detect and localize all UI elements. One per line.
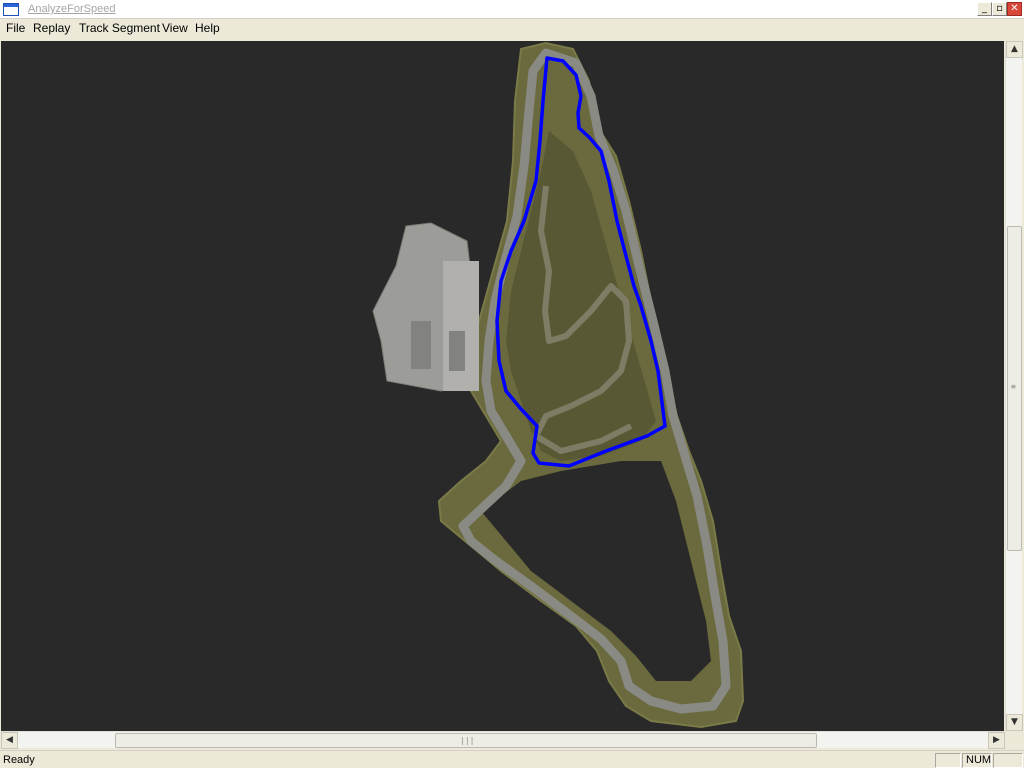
close-button[interactable]: ✕ (1007, 2, 1022, 16)
window-title: AnalyzeForSpeed (28, 3, 116, 15)
num-lock-indicator: NUM (962, 753, 992, 768)
title-bar[interactable]: AnalyzeForSpeed _ ▫ ✕ (0, 0, 1024, 19)
pit-roof-right (449, 331, 465, 371)
app-window: AnalyzeForSpeed _ ▫ ✕ File Replay Track … (0, 0, 1024, 768)
app-window-icon[interactable] (3, 3, 19, 16)
pit-garage (443, 261, 479, 391)
track-view-canvas[interactable] (1, 41, 1004, 731)
restore-button[interactable]: ▫ (992, 2, 1007, 16)
scroll-up-arrow[interactable]: ▲ (1006, 41, 1023, 58)
scroll-right-arrow[interactable]: ▶ (988, 732, 1005, 749)
vertical-grip-icon: ≡ (1011, 382, 1016, 391)
menu-view[interactable]: View (162, 21, 188, 35)
scroll-down-arrow[interactable]: ▼ (1006, 714, 1023, 731)
menu-replay[interactable]: Replay (33, 21, 70, 35)
status-pane-scroll (993, 753, 1023, 768)
horizontal-grip-icon: ||| (460, 736, 475, 745)
menu-bar: File Replay Track Segment View Help (0, 19, 1024, 38)
pit-roof-left (411, 321, 431, 369)
status-text: Ready (3, 754, 35, 766)
status-pane-empty (935, 753, 961, 768)
horizontal-scroll-thumb[interactable]: ||| (115, 733, 817, 748)
scrollbar-corner (1005, 731, 1024, 750)
track-map (372, 41, 745, 729)
menu-track-segment[interactable]: Track Segment (79, 21, 160, 35)
horizontal-scrollbar[interactable]: ◀ ||| ▶ (1, 731, 1005, 749)
menu-help[interactable]: Help (195, 21, 220, 35)
status-bar: Ready NUM (0, 750, 1024, 768)
scroll-left-arrow[interactable]: ◀ (1, 732, 18, 749)
vertical-scrollbar[interactable]: ▲ ≡ ▼ (1005, 41, 1023, 731)
vertical-scroll-thumb[interactable]: ≡ (1007, 226, 1022, 551)
minimize-button[interactable]: _ (977, 2, 992, 16)
menu-file[interactable]: File (6, 21, 25, 35)
